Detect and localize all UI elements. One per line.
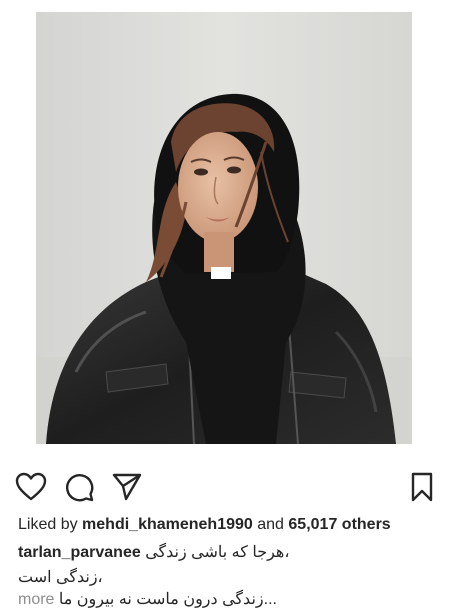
caption-username[interactable]: tarlan_parvanee — [18, 544, 141, 561]
share-button[interactable] — [110, 470, 144, 504]
comment-icon — [64, 472, 94, 502]
caption-text-1: ،هرجا که باشی زندگی — [145, 544, 290, 561]
save-button[interactable] — [405, 470, 439, 504]
post-photo[interactable] — [36, 12, 412, 444]
caption-text-3: ...زندگی درون ماست نه بیرون ما — [58, 591, 277, 608]
more-link[interactable]: more — [18, 591, 54, 608]
caption-line-1: tarlan_parvanee ،هرجا که باشی زندگی — [18, 542, 432, 562]
bookmark-icon — [410, 472, 434, 502]
post-actions-bar — [0, 470, 450, 506]
likes-prefix: Liked by — [18, 516, 78, 533]
heart-icon — [15, 472, 47, 502]
caption-line-2: ،زندگی است — [18, 567, 432, 587]
liker-username[interactable]: mehdi_khameneh1990 — [82, 516, 253, 533]
likes-connector: and — [257, 516, 284, 533]
portrait-image — [36, 12, 412, 444]
paper-plane-icon — [112, 472, 142, 502]
comment-button[interactable] — [62, 470, 96, 504]
caption-text-2: ،زندگی است — [18, 569, 103, 586]
like-button[interactable] — [14, 470, 48, 504]
caption-line-3: more ...زندگی درون ماست نه بیرون ما — [18, 589, 432, 609]
likes-summary: Liked by mehdi_khameneh1990 and 65,017 o… — [18, 516, 391, 534]
likes-count[interactable]: 65,017 others — [288, 516, 390, 533]
